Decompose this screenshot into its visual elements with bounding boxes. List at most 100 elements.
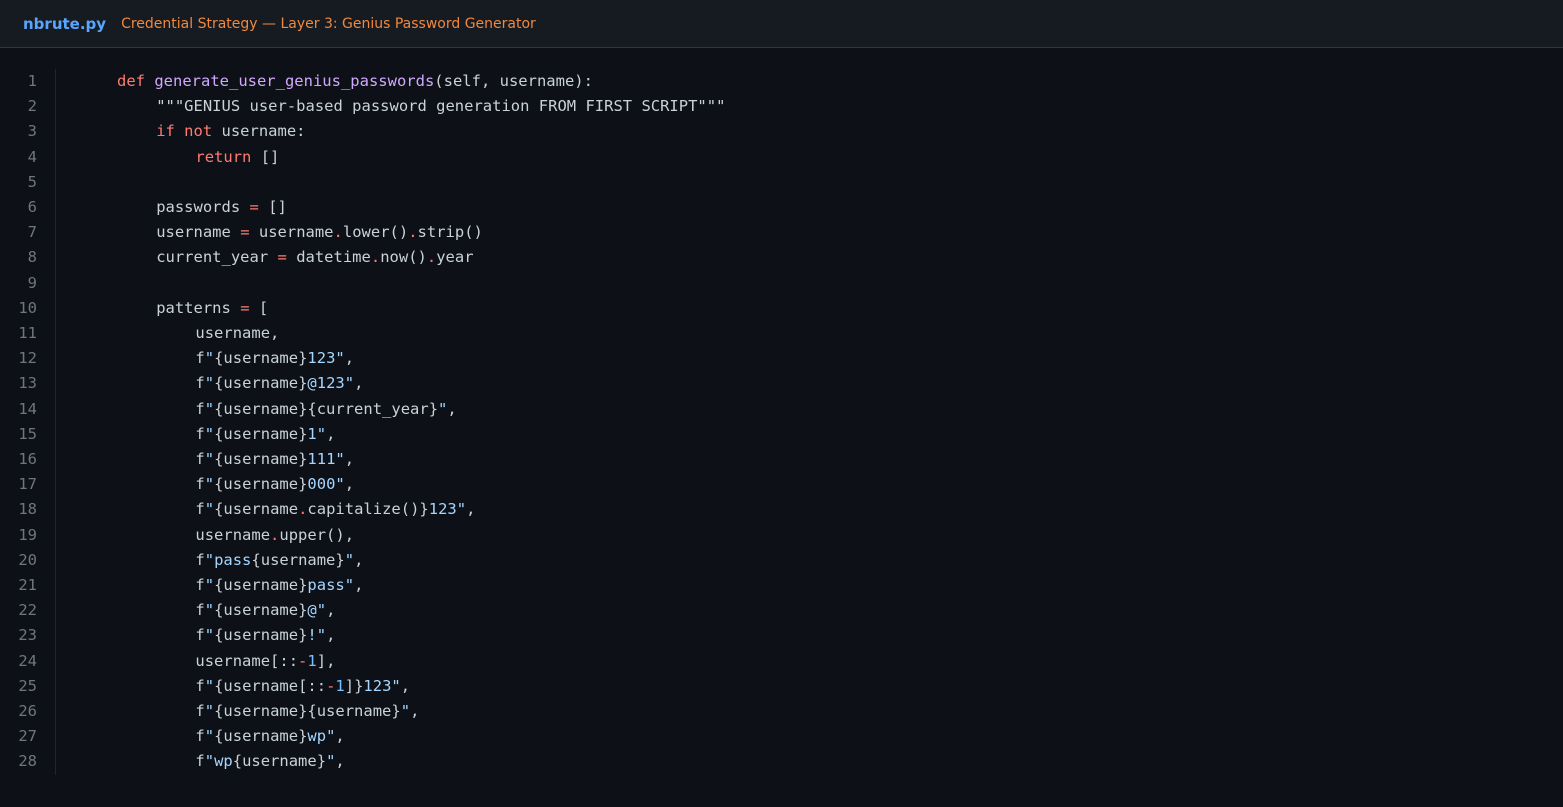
file-tab-title[interactable]: nbrute.py — [23, 15, 106, 33]
line-number: 20 — [18, 550, 37, 569]
code-token: " — [438, 399, 448, 418]
line-number: 16 — [18, 450, 37, 468]
code-text: patterns = [ — [156, 296, 268, 321]
code-token: 1 — [307, 651, 317, 670]
code-text: f"{username}{current_year}", — [195, 397, 456, 422]
code-text: f"{username}000", — [195, 472, 354, 497]
code-token: {username[:: — [214, 676, 327, 695]
code-token: generate_user_genius_passwords — [154, 72, 435, 90]
code-token: strip() — [417, 223, 483, 242]
line-number: 3 — [27, 122, 37, 141]
code-token: " — [204, 676, 215, 695]
code-token: " — [204, 576, 215, 594]
code-token: , — [326, 424, 336, 443]
code-token: " — [204, 349, 215, 368]
code-editor[interactable]: 1 def generate_user_genius_passwords(self… — [0, 69, 1563, 781]
code-token: = — [240, 223, 250, 242]
code-token: " — [204, 399, 215, 418]
code-token: " — [204, 450, 215, 468]
code-token: {username} — [214, 374, 308, 393]
code-token: f — [195, 601, 205, 620]
code-token: = — [240, 298, 250, 317]
code-token: " — [204, 424, 215, 443]
code-token: {username} — [214, 576, 308, 594]
code-text: passwords = [] — [156, 195, 287, 220]
code-token: 123" — [363, 676, 401, 695]
code-line: 1 def generate_user_genius_passwords(self… — [0, 69, 1563, 94]
code-line: 5 — [0, 170, 1563, 195]
code-token: {username} — [251, 550, 345, 569]
code-token: upper(), — [279, 525, 355, 544]
code-token: 000" — [307, 475, 345, 494]
code-token: f — [195, 450, 205, 468]
code-token: f — [195, 752, 205, 771]
code-token: , — [354, 374, 364, 393]
line-number: 5 — [27, 172, 37, 191]
code-token: username — [249, 223, 334, 242]
code-token: " — [204, 702, 215, 720]
code-token: {username} — [232, 752, 327, 771]
code-token: (self, username): — [434, 72, 593, 90]
code-token: , — [400, 676, 411, 695]
code-line: 2 """GENIUS user-based password generatio… — [0, 94, 1563, 119]
code-token: . — [270, 525, 280, 544]
line-number: 9 — [27, 273, 37, 292]
code-line: 14 f"{username}{current_year}", — [0, 397, 1563, 422]
code-token: username: — [221, 122, 306, 141]
line-number: 15 — [18, 424, 37, 443]
code-token: f — [195, 374, 205, 393]
code-text: f"{username}@", — [195, 598, 335, 623]
code-token: {username — [214, 500, 299, 519]
code-token: , — [344, 475, 355, 494]
code-text: f"{username}!", — [195, 623, 335, 648]
code-line: 19 username.upper(), — [0, 523, 1563, 548]
code-token: . — [426, 248, 437, 267]
code-line: 9 — [0, 271, 1563, 296]
code-token: now() — [380, 248, 427, 267]
code-line: 26 f"{username}{username}", — [0, 699, 1563, 724]
line-number: 22 — [18, 601, 37, 620]
code-token: "pass — [204, 550, 252, 569]
code-line: 15 f"{username}1", — [0, 422, 1563, 447]
code-token: 123" — [428, 500, 467, 519]
code-token: username — [195, 525, 271, 544]
line-number: 4 — [27, 147, 37, 166]
code-token: f — [195, 727, 205, 746]
code-text: f"{username}pass", — [195, 573, 363, 598]
code-token: , — [447, 399, 457, 418]
code-token: return — [195, 147, 261, 166]
code-token: lower() — [342, 223, 409, 242]
code-text: f"{username}{username}", — [195, 699, 419, 724]
code-token: def — [117, 72, 155, 90]
code-line: 3 if not username: — [0, 119, 1563, 144]
line-number: 12 — [18, 349, 37, 368]
code-token: , — [335, 727, 345, 746]
code-token: , — [354, 576, 364, 594]
code-token: pass" — [307, 576, 355, 594]
code-token: capitalize()} — [307, 500, 429, 519]
line-number: 1 — [27, 72, 37, 90]
code-token: 111" — [307, 450, 345, 468]
code-token: " — [400, 702, 411, 720]
code-text: return [] — [195, 145, 279, 170]
code-token: f — [195, 475, 205, 494]
code-token: " — [204, 500, 215, 519]
code-text: username.upper(), — [195, 523, 354, 548]
code-token: [ — [249, 298, 269, 317]
code-text: f"pass{username}", — [195, 548, 363, 573]
code-line: 22 f"{username}@", — [0, 598, 1563, 623]
line-number: 18 — [18, 500, 37, 519]
code-token: """GENIUS user-based password generation… — [156, 97, 726, 116]
code-token: datetime — [286, 248, 371, 267]
code-text: f"{username}wp", — [195, 724, 344, 749]
code-token: 1" — [307, 424, 327, 443]
code-token: {username} — [214, 601, 308, 620]
code-token: ]} — [344, 676, 364, 695]
code-line: 7 username = username.lower().strip() — [0, 220, 1563, 245]
line-number: 23 — [18, 626, 37, 645]
code-token: = — [277, 248, 287, 267]
line-number: 14 — [18, 399, 37, 418]
code-token: !" — [307, 626, 327, 645]
code-token: f — [195, 626, 205, 645]
code-token: passwords — [156, 198, 250, 216]
